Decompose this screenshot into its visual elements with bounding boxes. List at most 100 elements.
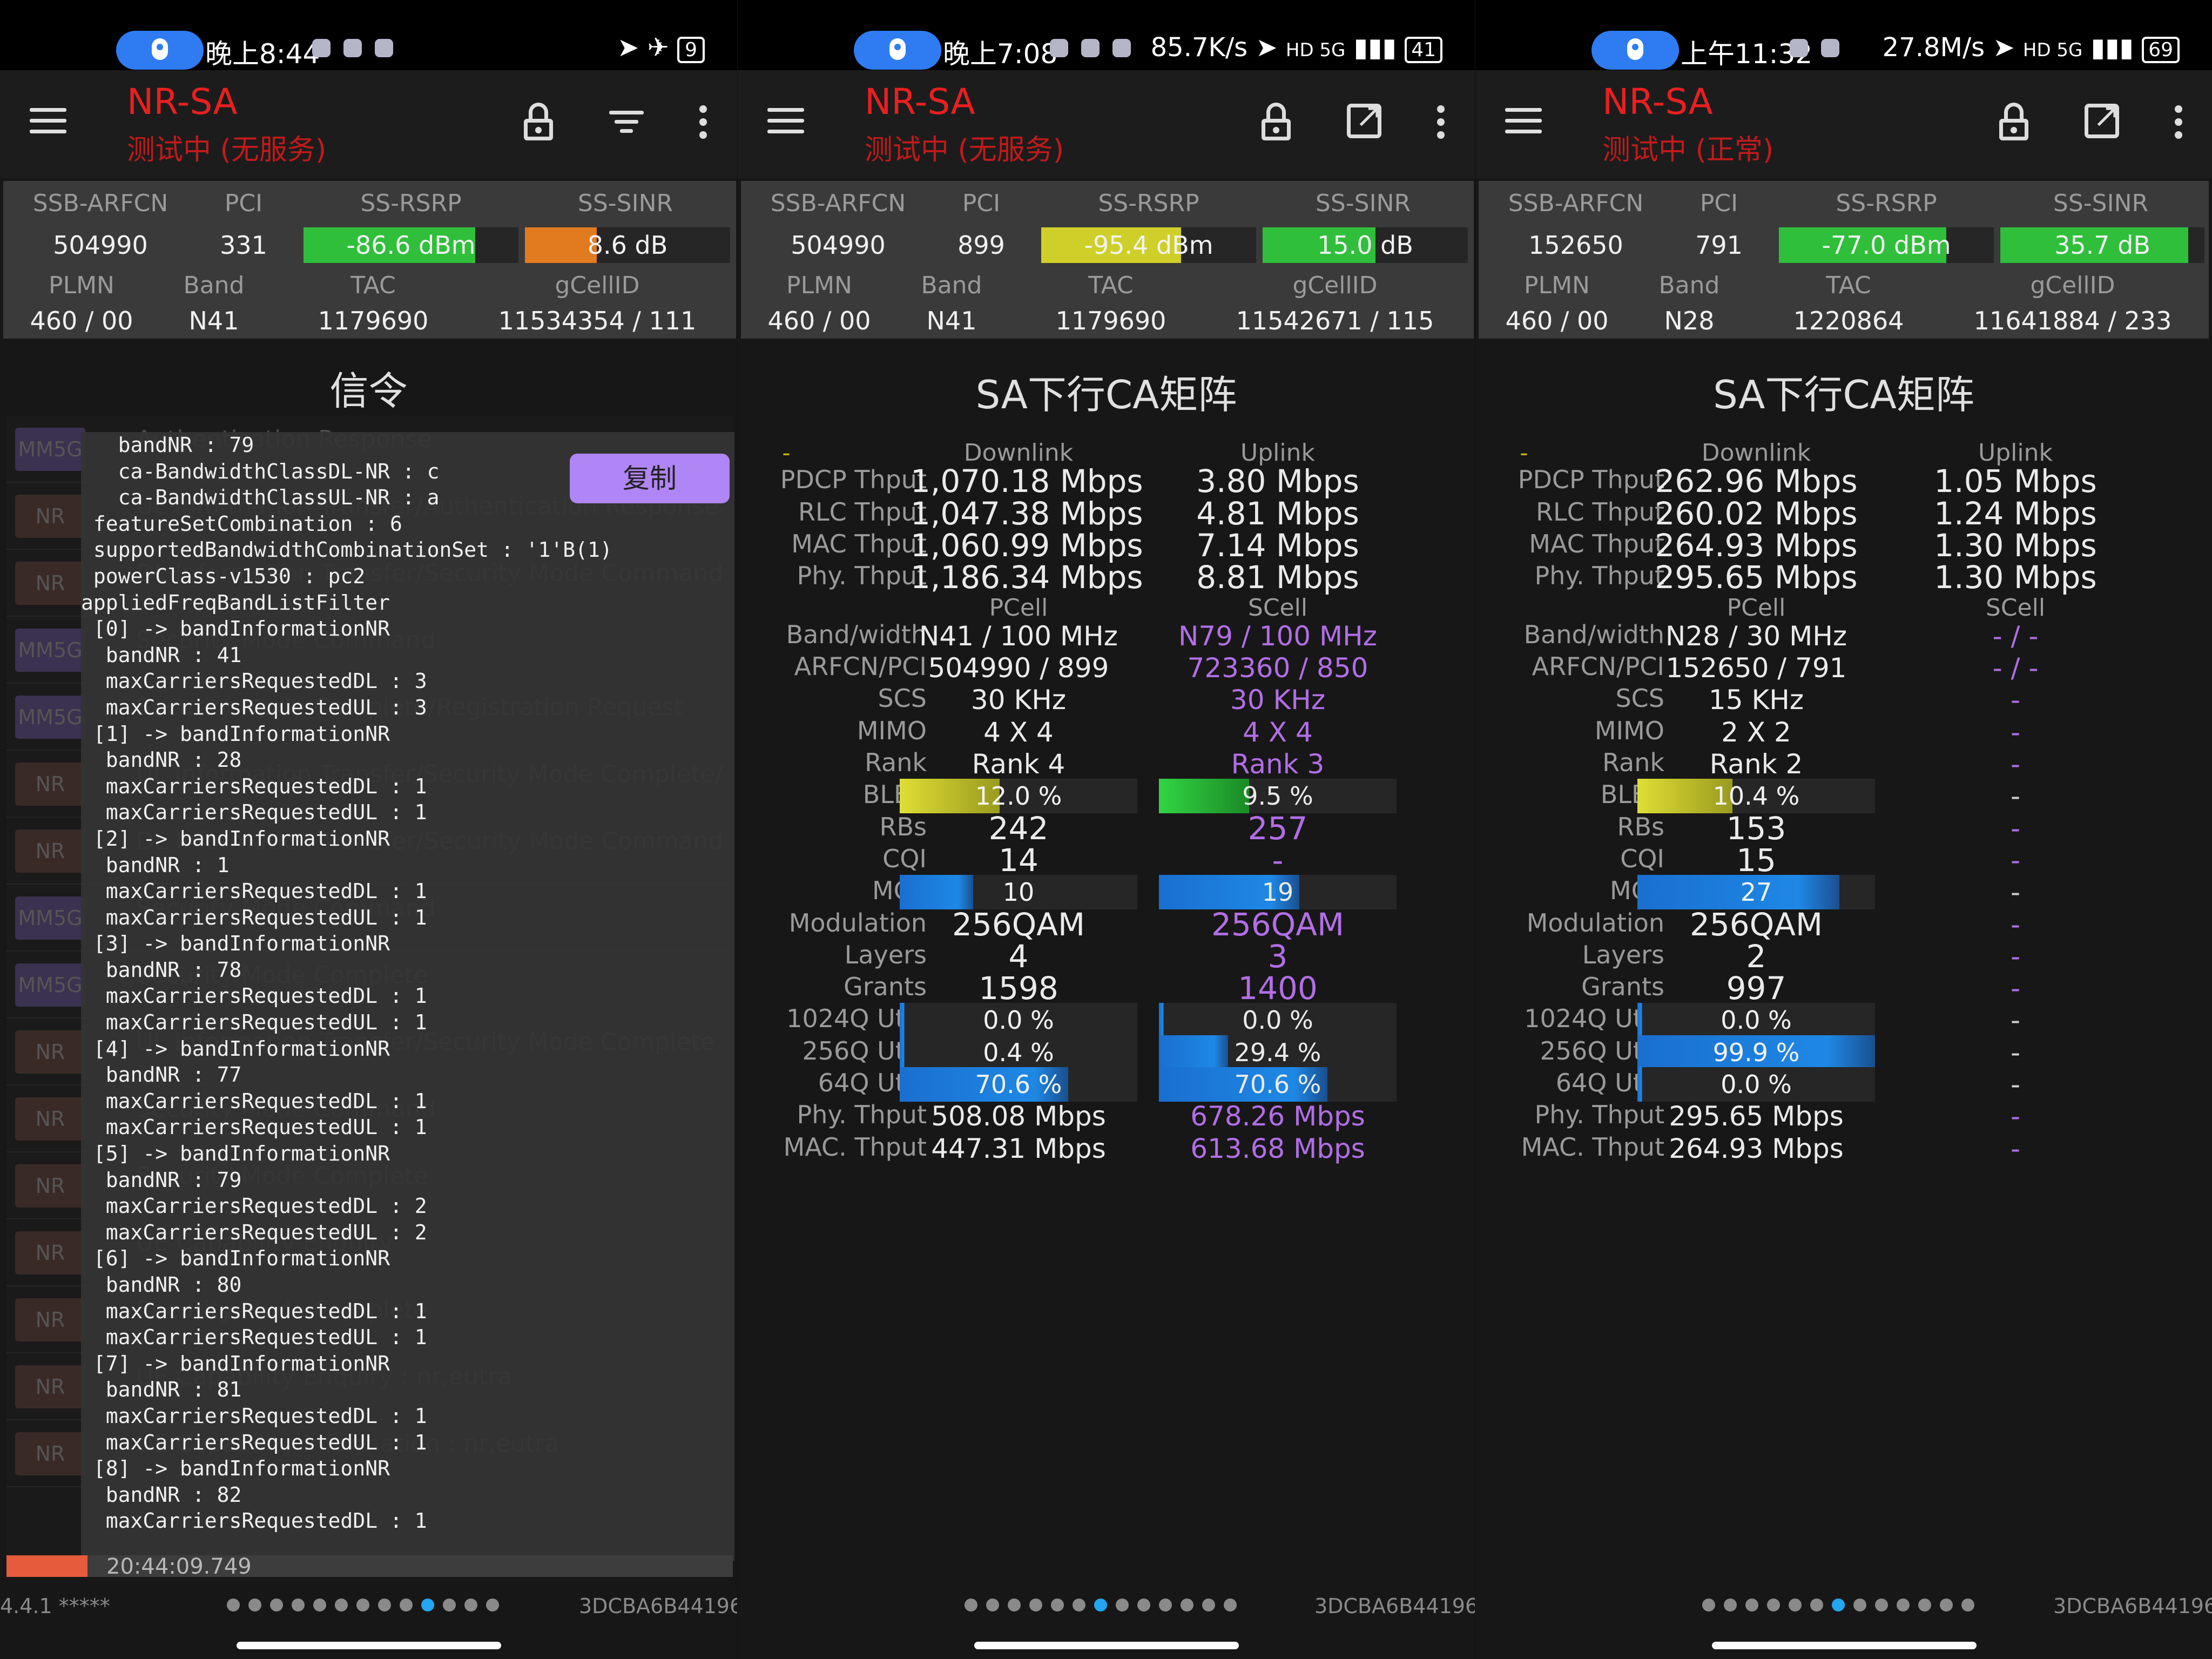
protocol-badge: NR [15, 495, 85, 538]
label-ss-sinr: SS-SINR [577, 190, 673, 217]
menu-icon[interactable] [767, 108, 804, 134]
home-indicator[interactable] [237, 1642, 501, 1649]
page-dot[interactable] [965, 1599, 977, 1611]
page-dot[interactable] [1853, 1599, 1866, 1611]
page-dot[interactable] [486, 1599, 499, 1611]
page-dot[interactable] [1810, 1599, 1823, 1611]
page-dot[interactable] [1897, 1599, 1910, 1611]
sinr-meter: 15.0 dB [1263, 227, 1468, 263]
label-band: Band [921, 272, 982, 299]
open-external-icon[interactable] [2085, 96, 2121, 138]
phone-panel-signaling: 晚上8:44 ➤ ✈ 9 NR-SA 测试中 (无服务) SSB-ARFCN P… [0, 0, 737, 1659]
page-dot[interactable] [400, 1599, 413, 1611]
page-indicator[interactable] [965, 1593, 1245, 1620]
location-pin-icon [889, 38, 906, 60]
page-dot[interactable] [1181, 1599, 1193, 1611]
message-timestamp: 20:44:09.749 [106, 1554, 252, 1579]
page-dot[interactable] [227, 1599, 240, 1611]
page-dot[interactable] [1832, 1599, 1845, 1611]
home-indicator[interactable] [1712, 1642, 1977, 1649]
location-pin-icon [1627, 38, 1643, 60]
message-detail-overlay[interactable]: bandNR : 79 ca-BandwidthClassDL-NR : c c… [81, 432, 734, 1561]
lock-icon[interactable] [1262, 103, 1291, 140]
page-dot[interactable] [1008, 1599, 1021, 1611]
more-options-icon[interactable] [1437, 105, 1446, 140]
phone-panel-ca-matrix-normal: 上午11:32 27.8M/s ➤ HD 5G ▮▮▮ 69 NR-SA 测试中… [1475, 0, 2212, 1659]
network-speed: 27.8M/s [1882, 32, 1985, 63]
page-dot[interactable] [1029, 1599, 1042, 1611]
protocol-badge: NR [15, 1231, 85, 1274]
protocol-badge: NR [15, 763, 85, 806]
page-dot[interactable] [313, 1599, 326, 1611]
status-bar: 上午11:32 27.8M/s ➤ HD 5G ▮▮▮ 69 [1475, 0, 2212, 70]
page-dot[interactable] [1224, 1599, 1237, 1611]
rsrp-value: -86.6 dBm [346, 231, 476, 260]
page-indicator[interactable] [1702, 1593, 1983, 1620]
page-dot[interactable] [1137, 1599, 1150, 1611]
lock-icon[interactable] [524, 103, 553, 140]
copy-button[interactable]: 复制 [570, 454, 730, 503]
page-dot[interactable] [1051, 1599, 1064, 1611]
page-dot[interactable] [1940, 1599, 1953, 1611]
page-dot[interactable] [464, 1599, 477, 1611]
page-indicator[interactable] [227, 1593, 508, 1620]
value-plmn: 460 / 00 [1505, 306, 1609, 335]
location-pill [854, 31, 941, 70]
test-status: 测试中 (无服务) [865, 134, 1064, 166]
label-gcellid: gCellID [1292, 272, 1378, 299]
page-dot[interactable] [1918, 1599, 1931, 1611]
page-dot[interactable] [248, 1599, 261, 1611]
network-speed: 85.7K/s [1150, 32, 1248, 63]
label-ssb-arfcn: SSB-ARFCN [770, 190, 906, 217]
filter-icon[interactable] [609, 111, 644, 133]
row-label: Phy. Thput [1534, 561, 1664, 591]
selected-message-bar[interactable]: 20:44:09.749 [6, 1554, 733, 1579]
sinr-value: 8.6 dB [587, 231, 668, 260]
page-dot[interactable] [1789, 1599, 1802, 1611]
notification-icon [312, 39, 331, 57]
label-ss-rsrp: SS-RSRP [360, 190, 462, 217]
page-dot[interactable] [1202, 1599, 1215, 1611]
page-dot[interactable] [1875, 1599, 1888, 1611]
protocol-badge: MM5G [15, 963, 85, 1007]
rsrp-meter: -95.4 dBm [1041, 227, 1256, 263]
more-options-icon[interactable] [699, 105, 708, 140]
protocol-badge: NR [15, 562, 85, 605]
device-id-text: 3DCBA6B44196 [2053, 1594, 2212, 1618]
page-dot[interactable] [443, 1599, 456, 1611]
open-external-icon[interactable] [1347, 96, 1383, 138]
page-dot[interactable] [1702, 1599, 1715, 1611]
page-dot[interactable] [421, 1599, 434, 1611]
lock-icon[interactable] [1999, 103, 2028, 140]
page-dot[interactable] [356, 1599, 369, 1611]
more-options-icon[interactable] [2175, 105, 2183, 140]
sinr-meter: 8.6 dB [525, 227, 730, 263]
page-dot[interactable] [335, 1599, 348, 1611]
status-time: 晚上7:08 [943, 38, 1058, 70]
page-dot[interactable] [1094, 1599, 1107, 1611]
page-dot[interactable] [1961, 1599, 1974, 1611]
page-dot[interactable] [292, 1599, 305, 1611]
device-id-text: 3DCBA6B441964.4.1 ***** [1314, 1594, 1475, 1618]
page-dot[interactable] [1116, 1599, 1129, 1611]
page-dot[interactable] [1767, 1599, 1780, 1611]
menu-icon[interactable] [30, 108, 66, 134]
menu-icon[interactable] [1505, 108, 1542, 134]
page-dot[interactable] [1724, 1599, 1737, 1611]
label-pci: PCI [224, 190, 263, 217]
battery-level: 41 [1405, 37, 1442, 63]
page-dot[interactable] [1073, 1599, 1085, 1611]
page-dot[interactable] [986, 1599, 999, 1611]
protocol-badge: NR [15, 830, 85, 873]
section-title: 信令 [329, 368, 408, 414]
row-label: PDCP Thput [780, 465, 927, 495]
home-indicator[interactable] [974, 1642, 1239, 1649]
sinr-value: 15.0 dB [1317, 231, 1413, 260]
page-dot[interactable] [378, 1599, 391, 1611]
page-dot[interactable] [1745, 1599, 1758, 1611]
label-band: Band [1658, 272, 1720, 299]
page-dot[interactable] [270, 1599, 283, 1611]
cell-info-panel: SSB-ARFCN PCI SS-RSRP SS-SINR 152650 791… [1479, 181, 2209, 339]
page-dot[interactable] [1159, 1599, 1172, 1611]
protocol-badge: MM5G [15, 696, 85, 739]
